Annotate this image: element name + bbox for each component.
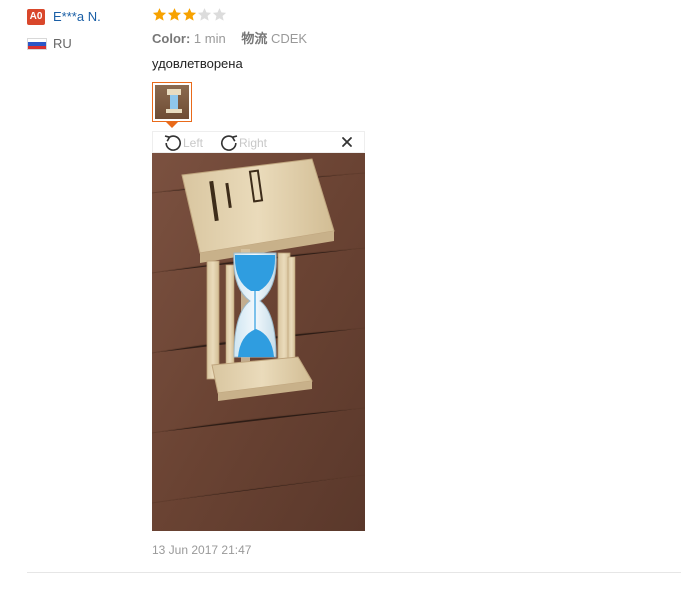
star-filled-icon <box>152 7 167 22</box>
rotate-right-button[interactable]: Right <box>219 133 267 153</box>
star-empty-icon <box>197 7 212 22</box>
review-item: A0 E***a N. RU Color: 1 min 物流 CDEK удов… <box>0 0 681 605</box>
user-level-badge: A0 <box>27 9 45 25</box>
photo-viewer-toolbar: Left Right <box>152 131 365 153</box>
hourglass-photo <box>152 153 365 531</box>
thumbnail-image <box>155 85 189 119</box>
review-date: 13 Jun 2017 21:47 <box>152 543 252 557</box>
reviewer-country: RU <box>53 36 72 51</box>
star-rating <box>152 7 227 25</box>
rotate-left-button[interactable]: Left <box>163 133 203 153</box>
star-empty-icon <box>212 7 227 22</box>
reviewer-name[interactable]: E***a N. <box>53 9 101 25</box>
rotate-right-icon <box>219 133 239 153</box>
close-icon[interactable] <box>340 135 354 149</box>
star-filled-icon <box>182 7 197 22</box>
logistics-value: CDEK <box>270 31 308 46</box>
russia-flag-icon <box>27 38 47 50</box>
review-divider <box>27 572 681 573</box>
color-label: Color: <box>152 31 191 46</box>
star-filled-icon <box>167 7 182 22</box>
color-value: 1 min <box>193 31 226 46</box>
rotate-left-label: Left <box>183 136 204 150</box>
logistics-label: 物流 <box>241 31 268 46</box>
review-text: удовлетворена <box>152 56 243 71</box>
review-photo-large <box>152 153 365 531</box>
thumbnail-pointer-arrow <box>166 122 178 128</box>
review-photo-thumbnail[interactable] <box>152 82 192 122</box>
rotate-left-icon <box>163 133 183 153</box>
order-info: Color: 1 min 物流 CDEK <box>152 31 319 47</box>
rotate-right-label: Right <box>239 136 268 150</box>
